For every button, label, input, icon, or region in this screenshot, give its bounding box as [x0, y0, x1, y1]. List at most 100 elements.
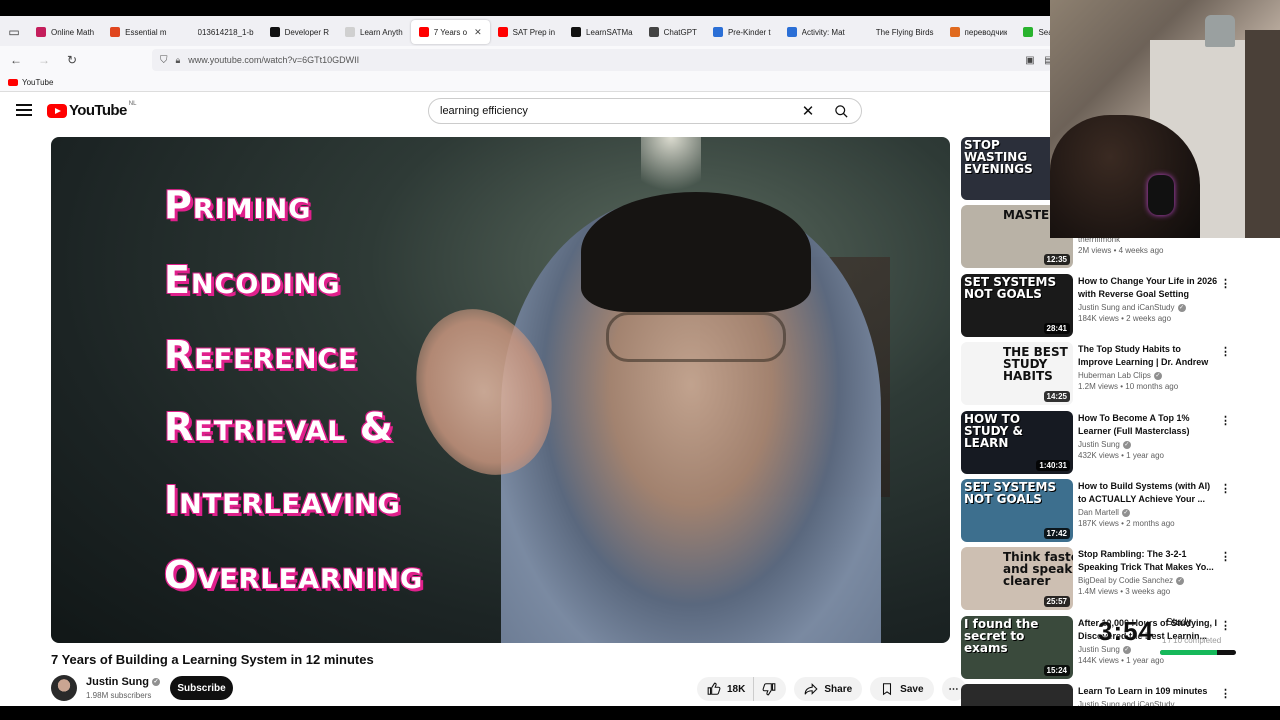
- verified-icon: ✓: [1122, 440, 1131, 449]
- verified-icon: ✓: [1177, 303, 1186, 312]
- channel-name[interactable]: Justin Sung ✓: [86, 676, 160, 688]
- browser-tab[interactable]: Activity: Mat: [779, 20, 853, 44]
- search-input[interactable]: learning efficiency: [429, 105, 795, 117]
- search-button[interactable]: [821, 99, 861, 123]
- dislike-button[interactable]: [753, 677, 787, 701]
- study-timer: 3:54: [1098, 616, 1155, 646]
- video-thumbnail[interactable]: SET SYSTEMS NOT GOALS 17:42: [961, 479, 1073, 542]
- browser-tab[interactable]: переводчик: [942, 20, 1016, 44]
- tab-strip: ▭ Online Math Essential m 013614218_1-b Dev…: [0, 18, 1091, 46]
- video-thumbnail[interactable]: SET SYSTEMS NOT GOALS 28:41: [961, 274, 1073, 337]
- tab-favicon-icon: [418, 27, 429, 37]
- browser-tab[interactable]: 013614218_1-b: [175, 20, 262, 44]
- youtube-header: YouTube NL learning efficiency ✕: [0, 92, 1050, 130]
- browser-tab[interactable]: Pre-Kinder t: [705, 20, 779, 44]
- tab-favicon-icon: [648, 27, 659, 37]
- recommended-channel-text: BigDeal by Codie Sanchez: [1078, 576, 1174, 585]
- more-options-icon[interactable]: ⋮: [1220, 619, 1231, 632]
- subscribe-button[interactable]: Subscribe: [170, 676, 233, 700]
- tab-favicon-icon: [1023, 27, 1034, 37]
- browser-tab[interactable]: The Flying Birds: [853, 20, 942, 44]
- verified-icon: ✓: [1121, 508, 1130, 517]
- youtube-logo[interactable]: YouTube NL: [47, 101, 136, 119]
- browser-tab[interactable]: Online Math: [28, 20, 102, 44]
- bookmark-youtube[interactable]: YouTube: [22, 78, 53, 87]
- recommended-video[interactable]: Think faster and speak clearer 25:57 Stop …: [961, 547, 1241, 611]
- timer-task-label: Study: [1166, 617, 1192, 628]
- recommended-stats: 187K views • 2 months ago: [1078, 519, 1175, 528]
- duration-badge: 28:41: [1043, 323, 1070, 334]
- address-bar[interactable]: ⛉ 🔒︎ www.youtube.com/watch?v=6GTt10GDWII: [152, 49, 1052, 71]
- share-label: Share: [824, 683, 853, 695]
- tab-label: Learn Anyth: [360, 27, 403, 37]
- back-button[interactable]: ←: [4, 48, 28, 72]
- browser-tab[interactable]: SAT Prep in: [490, 20, 563, 44]
- video-player[interactable]: Priming Encoding Reference Retrieval & I…: [51, 137, 950, 643]
- like-count: 18K: [727, 683, 746, 695]
- tab-label: 013614218_1-b: [197, 27, 254, 37]
- tab-label: Essential m: [125, 27, 167, 37]
- recommended-channel[interactable]: Justin Sung ✓: [1078, 440, 1218, 449]
- browser-tab[interactable]: ChatGPT: [641, 20, 705, 44]
- browser-tab[interactable]: 7 Years o ✕: [410, 20, 490, 44]
- forward-button[interactable]: →: [32, 48, 56, 72]
- recommended-title[interactable]: Stop Rambling: The 3-2-1 Speaking Trick …: [1078, 548, 1218, 574]
- search-box[interactable]: learning efficiency ✕: [428, 98, 862, 124]
- recommended-channel[interactable]: Dan Martell ✓: [1078, 508, 1218, 517]
- recommended-channel[interactable]: Justin Sung and iCanStudy ✓: [1078, 303, 1218, 312]
- more-options-icon[interactable]: ⋮: [1220, 345, 1231, 358]
- recommended-stats: 2M views • 4 weeks ago: [1078, 246, 1164, 255]
- recommended-title[interactable]: How to Build Systems (with AI) to ACTUAL…: [1078, 480, 1218, 506]
- screen: ▭ Online Math Essential m 013614218_1-b Dev…: [0, 0, 1280, 720]
- webcam-overlay: [1050, 0, 1280, 238]
- channel-name-text[interactable]: Justin Sung: [86, 676, 149, 688]
- clear-search-icon[interactable]: ✕: [795, 102, 821, 120]
- share-button[interactable]: Share: [794, 677, 863, 701]
- verified-icon: ✓: [1153, 371, 1162, 380]
- shield-icon[interactable]: ⛉: [160, 55, 168, 66]
- recommended-stats: 184K views • 2 weeks ago: [1078, 314, 1172, 323]
- more-options-icon[interactable]: ⋮: [1220, 687, 1231, 700]
- recommended-stats: 1.4M views • 3 weeks ago: [1078, 587, 1171, 596]
- search-icon: [834, 104, 848, 118]
- recommended-title[interactable]: The Top Study Habits to Improve Learning…: [1078, 343, 1218, 369]
- tab-favicon-icon: [110, 27, 121, 37]
- video-thumbnail[interactable]: THE BEST STUDY HABITS 14:25: [961, 342, 1073, 405]
- webcam-kettle: [1205, 15, 1235, 47]
- video-thumbnail[interactable]: I found the secret to exams 15:24: [961, 616, 1073, 679]
- duration-badge: 25:57: [1043, 596, 1070, 607]
- tab-label: LearnSATMa: [586, 27, 633, 37]
- tab-overview-icon[interactable]: ▭: [0, 18, 28, 46]
- close-tab-icon[interactable]: ✕: [474, 27, 482, 38]
- browser-tab[interactable]: Essential m: [102, 20, 174, 44]
- like-button[interactable]: 18K: [697, 677, 754, 701]
- recommended-channel[interactable]: BigDeal by Codie Sanchez ✓: [1078, 576, 1218, 585]
- overlay-line-overlearning: Overlearning: [164, 553, 424, 597]
- video-thumbnail[interactable]: Think faster and speak clearer 25:57: [961, 547, 1073, 610]
- video-thumbnail[interactable]: HOW TO STUDY & LEARN 1:40:31: [961, 411, 1073, 474]
- recommended-title[interactable]: How to Change Your Life in 2026 with Rev…: [1078, 275, 1218, 301]
- tab-favicon-icon: [712, 27, 723, 37]
- more-options-icon[interactable]: ⋮: [1220, 550, 1231, 563]
- save-button[interactable]: Save: [870, 677, 934, 701]
- recommended-video[interactable]: SET SYSTEMS NOT GOALS 17:42 How to Build S…: [961, 479, 1241, 543]
- recommended-video[interactable]: THE BEST STUDY HABITS 14:25 The Top Study …: [961, 342, 1241, 406]
- recommended-video[interactable]: HOW TO STUDY & LEARN 1:40:31 How To Become…: [961, 411, 1241, 475]
- reload-button[interactable]: ↻: [60, 48, 84, 72]
- tab-label: переводчик: [964, 27, 1008, 37]
- tab-favicon-icon: [861, 27, 871, 37]
- recommended-title[interactable]: Learn To Learn in 109 minutes: [1078, 685, 1218, 698]
- browser-tab[interactable]: Developer R: [262, 20, 337, 44]
- recommended-channel-text: Huberman Lab Clips: [1078, 371, 1151, 380]
- recommended-title[interactable]: How To Become A Top 1% Learner (Full Mas…: [1078, 412, 1218, 438]
- recommended-video[interactable]: SET SYSTEMS NOT GOALS 28:41 How to Change …: [961, 274, 1241, 338]
- recommended-stats: 1.2M views • 10 months ago: [1078, 382, 1179, 391]
- browser-tab[interactable]: LearnSATMa: [563, 20, 641, 44]
- hamburger-menu-icon[interactable]: [16, 102, 32, 118]
- recommended-channel[interactable]: Huberman Lab Clips ✓: [1078, 371, 1218, 380]
- browser-tab[interactable]: Learn Anyth: [337, 20, 411, 44]
- more-options-icon[interactable]: ⋮: [1220, 414, 1231, 427]
- more-options-icon[interactable]: ⋮: [1220, 482, 1231, 495]
- avatar[interactable]: [51, 675, 77, 701]
- more-options-icon[interactable]: ⋮: [1220, 277, 1231, 290]
